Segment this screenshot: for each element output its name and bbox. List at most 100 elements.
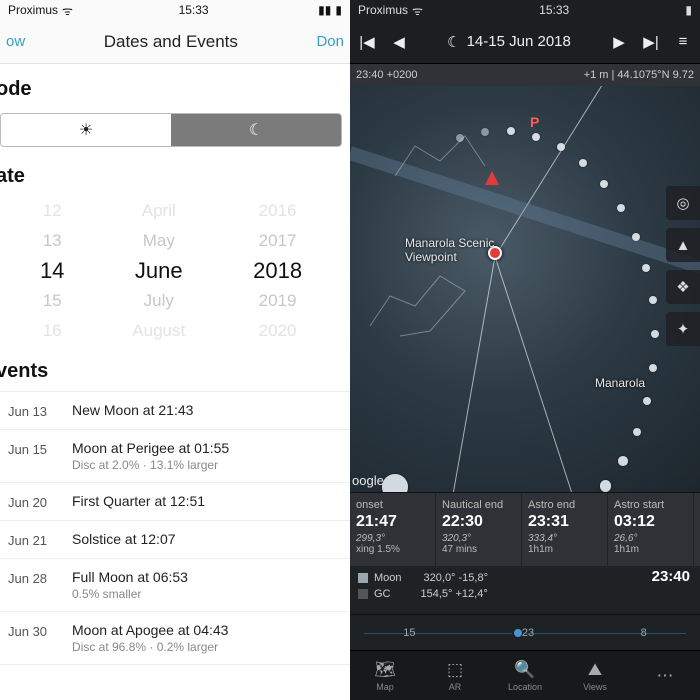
clock-label: 15:33: [179, 3, 209, 17]
legend-gc-value: 154,5° +12,4°: [421, 588, 488, 600]
nav-bar: ow Dates and Events Don: [0, 20, 350, 64]
twilight-card[interactable]: onset 21:47 299,3° xing 1.5%: [350, 493, 436, 566]
more-icon: ⋯: [657, 666, 674, 686]
moon-position-dot: [642, 264, 650, 272]
twilight-card[interactable]: Astro end 23:31 333,4° 1h1m: [522, 493, 608, 566]
constellation-icon: [390, 116, 490, 196]
google-attribution: oogle: [352, 473, 384, 488]
status-bar: Proximus ᯤ 15:33 ▮▮ ▮: [0, 0, 350, 20]
twilight-card[interactable]: Nautical end 22:30 320,3° 47 mins: [436, 493, 522, 566]
moon-position-dot: [633, 428, 641, 436]
page-title: Dates and Events: [25, 32, 316, 52]
tool-mountain-icon[interactable]: ▲: [666, 228, 700, 262]
tool-satellite-icon[interactable]: ✦: [666, 312, 700, 346]
events-heading: vents: [0, 346, 350, 391]
cube-icon: ⬚: [447, 660, 463, 680]
moon-position-dot: [600, 480, 611, 491]
events-list: Jun 13 New Moon at 21:43 Jun 15 Moon at …: [0, 391, 350, 665]
dates-events-pane: Proximus ᯤ 15:33 ▮▮ ▮ ow Dates and Event…: [0, 0, 350, 700]
battery-icon: ▮: [685, 3, 692, 17]
date-display[interactable]: ☾ 14-15 Jun 2018: [420, 33, 598, 51]
twilight-card[interactable]: Astro start 03:12 26,6° 1h1m: [608, 493, 694, 566]
moon-position-dot: [507, 127, 515, 135]
moon-icon: ☾: [249, 120, 263, 140]
event-row[interactable]: Jun 30 Moon at Apogee at 04:43Disc at 96…: [0, 612, 350, 665]
tab-location[interactable]: 🔍Location: [490, 651, 560, 700]
ray-line: [495, 256, 576, 492]
search-icon: 🔍: [514, 660, 535, 680]
next-button[interactable]: ▶: [608, 33, 630, 51]
direction-arrow-icon: [485, 171, 499, 185]
clock-label: 15:33: [539, 3, 569, 17]
signal-icon: ▮▮: [318, 3, 331, 17]
mode-moon-tab[interactable]: ☾: [171, 114, 341, 146]
p-marker: P: [530, 114, 539, 130]
mode-sun-tab[interactable]: ☀: [1, 114, 171, 146]
info-bar: 23:40 +0200 +1 m | 44.1075°N 9.72: [350, 64, 700, 86]
moon-position-dot: [643, 397, 651, 405]
time-slider[interactable]: 15 23 8: [350, 614, 700, 650]
tool-target-icon[interactable]: ◎: [666, 186, 700, 220]
done-button[interactable]: Don: [316, 33, 344, 50]
views-icon: ⛰: [588, 660, 602, 680]
moon-position-dot: [456, 134, 464, 142]
wifi-icon: ᯤ: [412, 2, 423, 19]
year-column[interactable]: 2016 2017 2018 2019 2020: [253, 202, 302, 340]
date-heading: ate: [0, 151, 350, 196]
moon-position-dot: [557, 143, 565, 151]
menu-button[interactable]: ≡: [672, 33, 694, 50]
date-nav-bar: |◀ ◀ ☾ 14-15 Jun 2018 ▶ ▶| ≡: [350, 20, 700, 64]
carrier-label: Proximus: [358, 3, 408, 17]
first-button[interactable]: |◀: [356, 33, 378, 51]
moon-position-dot: [532, 133, 540, 141]
event-row[interactable]: Jun 15 Moon at Perigee at 01:55Disc at 2…: [0, 430, 350, 483]
moon-position-dot: [649, 364, 657, 372]
tool-layers-icon[interactable]: ❖: [666, 270, 700, 304]
legend-gc-label: GC: [374, 588, 391, 600]
map-icon: 🗺: [374, 660, 396, 680]
tab-ar[interactable]: ⬚AR: [420, 651, 490, 700]
event-row[interactable]: Jun 13 New Moon at 21:43: [0, 392, 350, 430]
moon-position-dot: [600, 180, 608, 188]
sun-icon: ☀: [79, 120, 93, 140]
moon-position-dot: [579, 159, 587, 167]
month-column[interactable]: April May June July August: [132, 202, 185, 340]
wifi-icon: ᯤ: [62, 2, 73, 19]
prev-button[interactable]: ◀: [388, 33, 410, 51]
carrier-label: Proximus: [8, 3, 58, 17]
legend-moon-value: 320,0° -15,8°: [424, 572, 488, 584]
last-button[interactable]: ▶|: [640, 33, 662, 51]
twilight-cards[interactable]: onset 21:47 299,3° xing 1.5% Nautical en…: [350, 492, 700, 566]
poi-label: Manarola Scenic Viewpoint: [405, 236, 494, 264]
poi-label: Manarola: [595, 376, 645, 390]
mode-segmented-control: ☀ ☾: [0, 113, 342, 147]
status-bar: Proximus ᯤ 15:33 ▮: [350, 0, 700, 20]
moon-position-dot: [382, 474, 408, 492]
moon-icon: ☾: [447, 33, 460, 51]
back-button[interactable]: ow: [6, 33, 25, 50]
tab-views[interactable]: ⛰Views: [560, 651, 630, 700]
legend-panel: 23:40 Moon 320,0° -15,8° GC 154,5° +12,4…: [350, 566, 700, 614]
battery-icon: ▮: [335, 3, 342, 17]
event-row[interactable]: Jun 28 Full Moon at 06:530.5% smaller: [0, 559, 350, 612]
moon-position-dot: [651, 330, 659, 338]
event-row[interactable]: Jun 21 Solstice at 12:07: [0, 521, 350, 559]
moon-position-dot: [632, 233, 640, 241]
twilight-card[interactable]: Naut: [694, 493, 700, 566]
moon-position-dot: [617, 204, 625, 212]
sky-map[interactable]: P Manarola Scenic Viewpoint Manarola oog…: [350, 86, 700, 492]
gc-swatch-icon: [358, 589, 368, 599]
legend-moon-label: Moon: [374, 572, 402, 584]
day-column[interactable]: 12 13 14 15 16: [40, 202, 64, 340]
time-offset-label: 23:40 +0200: [356, 69, 417, 81]
event-row[interactable]: Jun 20 First Quarter at 12:51: [0, 483, 350, 521]
date-picker[interactable]: 12 13 14 15 16 April May June July Augus…: [0, 196, 350, 346]
coordinates-label: +1 m | 44.1075°N 9.72: [584, 69, 694, 81]
tab-map[interactable]: 🗺Map: [350, 651, 420, 700]
tab-bar: 🗺Map ⬚AR 🔍Location ⛰Views ⋯: [350, 650, 700, 700]
moon-position-dot: [649, 296, 657, 304]
moon-swatch-icon: [358, 573, 368, 583]
tab-more[interactable]: ⋯: [630, 651, 700, 700]
selected-time: 23:40: [652, 568, 690, 585]
moon-position-dot: [618, 456, 628, 466]
